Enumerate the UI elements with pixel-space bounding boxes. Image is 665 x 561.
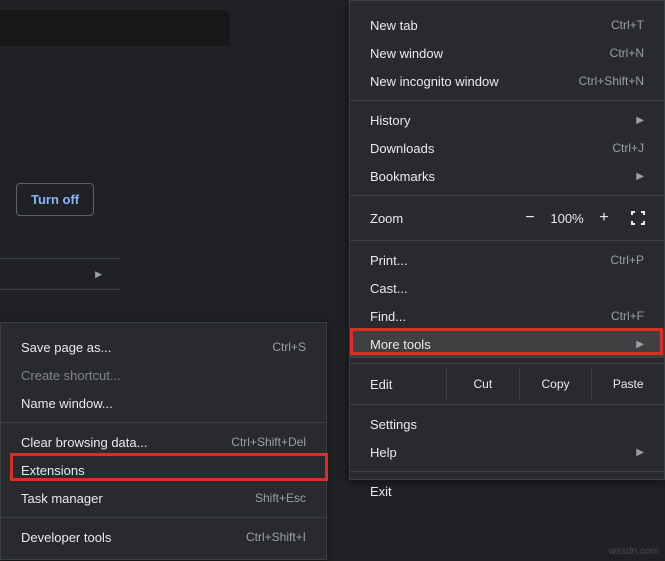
menu-separator	[350, 404, 664, 405]
menu-shortcut: Ctrl+F	[611, 309, 644, 323]
fullscreen-icon[interactable]	[624, 211, 652, 225]
menu-new-window[interactable]: New window Ctrl+N	[350, 39, 664, 67]
background-tab	[0, 10, 230, 46]
submenu-arrow-icon: ▶	[636, 115, 644, 126]
menu-new-tab[interactable]: New tab Ctrl+T	[350, 11, 664, 39]
submenu-developer-tools[interactable]: Developer tools Ctrl+Shift+I	[1, 523, 326, 551]
menu-shortcut: Ctrl+Shift+N	[579, 74, 644, 88]
menu-label: Print...	[370, 253, 610, 268]
menu-find[interactable]: Find... Ctrl+F	[350, 302, 664, 330]
menu-edit-row: Edit Cut Copy Paste	[350, 369, 664, 399]
menu-label: Clear browsing data...	[21, 435, 231, 450]
menu-label: Find...	[370, 309, 611, 324]
zoom-value: 100%	[544, 211, 590, 226]
menu-separator	[350, 100, 664, 101]
menu-label: Downloads	[370, 141, 612, 156]
menu-separator	[1, 422, 326, 423]
menu-print[interactable]: Print... Ctrl+P	[350, 246, 664, 274]
menu-label: Extensions	[21, 463, 306, 478]
menu-exit[interactable]: Exit	[350, 477, 664, 505]
background-expander-row[interactable]: ▶	[0, 258, 120, 290]
menu-label: New tab	[370, 18, 611, 33]
menu-label: Settings	[370, 417, 644, 432]
menu-shortcut: Ctrl+S	[272, 340, 306, 354]
menu-label: Save page as...	[21, 340, 272, 355]
menu-downloads[interactable]: Downloads Ctrl+J	[350, 134, 664, 162]
menu-label: Task manager	[21, 491, 255, 506]
menu-label: Name window...	[21, 396, 306, 411]
zoom-out-button[interactable]: −	[516, 209, 544, 227]
turn-off-button[interactable]: Turn off	[16, 183, 94, 216]
menu-shortcut: Ctrl+N	[610, 46, 644, 60]
menu-new-incognito[interactable]: New incognito window Ctrl+Shift+N	[350, 67, 664, 95]
menu-zoom-row: Zoom − 100% +	[350, 201, 664, 235]
menu-shortcut: Shift+Esc	[255, 491, 306, 505]
menu-cast[interactable]: Cast...	[350, 274, 664, 302]
submenu-create-shortcut: Create shortcut...	[1, 361, 326, 389]
menu-label: History	[370, 113, 624, 128]
menu-separator	[350, 471, 664, 472]
submenu-save-page[interactable]: Save page as... Ctrl+S	[1, 333, 326, 361]
menu-separator	[1, 517, 326, 518]
submenu-task-manager[interactable]: Task manager Shift+Esc	[1, 484, 326, 512]
submenu-clear-data[interactable]: Clear browsing data... Ctrl+Shift+Del	[1, 428, 326, 456]
menu-label: Create shortcut...	[21, 368, 306, 383]
menu-label: New window	[370, 46, 610, 61]
menu-label: Help	[370, 445, 624, 460]
menu-shortcut: Ctrl+Shift+I	[246, 530, 306, 544]
submenu-arrow-icon: ▶	[636, 171, 644, 182]
submenu-arrow-icon: ▶	[636, 447, 644, 458]
menu-label: Developer tools	[21, 530, 246, 545]
menu-bookmarks[interactable]: Bookmarks ▶	[350, 162, 664, 190]
menu-shortcut: Ctrl+T	[611, 18, 644, 32]
menu-label: New incognito window	[370, 74, 579, 89]
zoom-in-button[interactable]: +	[590, 209, 618, 227]
more-tools-submenu: Save page as... Ctrl+S Create shortcut..…	[0, 322, 327, 560]
chevron-right-icon: ▶	[95, 269, 102, 280]
menu-shortcut: Ctrl+P	[610, 253, 644, 267]
menu-label: Bookmarks	[370, 169, 624, 184]
cut-button[interactable]: Cut	[446, 369, 519, 399]
submenu-extensions[interactable]: Extensions	[1, 456, 326, 484]
menu-settings[interactable]: Settings	[350, 410, 664, 438]
menu-history[interactable]: History ▶	[350, 106, 664, 134]
chrome-main-menu: New tab Ctrl+T New window Ctrl+N New inc…	[349, 0, 665, 480]
submenu-arrow-icon: ▶	[636, 339, 644, 350]
edit-label: Edit	[370, 377, 446, 392]
menu-separator	[350, 240, 664, 241]
submenu-name-window[interactable]: Name window...	[1, 389, 326, 417]
menu-shortcut: Ctrl+Shift+Del	[231, 435, 306, 449]
menu-more-tools[interactable]: More tools ▶	[350, 330, 664, 358]
menu-separator	[350, 363, 664, 364]
menu-help[interactable]: Help ▶	[350, 438, 664, 466]
menu-label: Exit	[370, 484, 644, 499]
menu-label: More tools	[370, 337, 624, 352]
menu-label: Cast...	[370, 281, 644, 296]
menu-separator	[350, 195, 664, 196]
paste-button[interactable]: Paste	[591, 369, 664, 399]
menu-shortcut: Ctrl+J	[612, 141, 644, 155]
watermark: wsxdn.com	[609, 546, 659, 557]
zoom-label: Zoom	[370, 211, 516, 226]
copy-button[interactable]: Copy	[519, 369, 592, 399]
